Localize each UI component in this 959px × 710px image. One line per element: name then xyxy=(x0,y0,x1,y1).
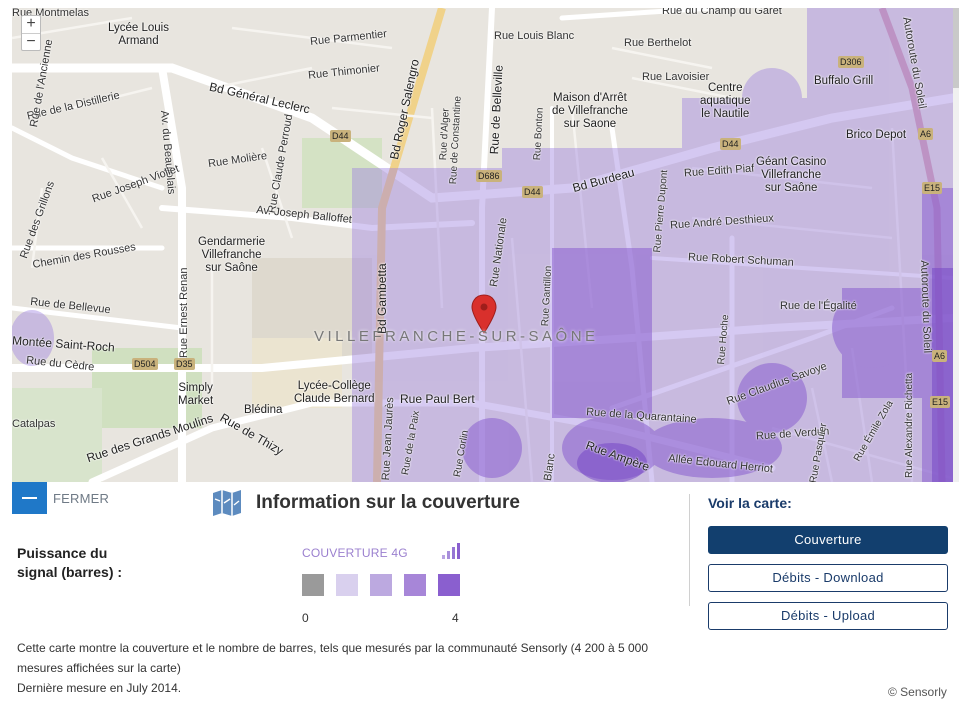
panel-title: Information sur la couverture xyxy=(256,492,520,513)
map-description: Cette carte montre la couverture et le n… xyxy=(17,638,667,698)
poi-label: Lycée-Collège Claude Bernard xyxy=(294,380,375,406)
street-label: Catalpas xyxy=(12,418,56,430)
road-shield: D35 xyxy=(174,358,195,370)
signal-swatch-4 xyxy=(438,574,460,596)
scale-min-label: 0 xyxy=(302,611,309,625)
road-shield: D44 xyxy=(720,138,741,150)
road-shield: A6 xyxy=(932,350,948,362)
street-label: Rue Alexandre Richetta xyxy=(904,372,915,478)
signal-swatch-0 xyxy=(302,574,324,596)
view-map-heading: Voir la carte: xyxy=(708,495,792,511)
close-label[interactable]: FERMER xyxy=(53,491,109,506)
map-base-layer xyxy=(12,8,953,482)
panel-divider xyxy=(689,494,690,606)
poi-label: Gendarmerie Villefranche sur Saône xyxy=(198,236,266,275)
signal-swatch-1 xyxy=(336,574,358,596)
road-shield: D44 xyxy=(522,186,543,198)
upload-speed-button[interactable]: Débits - Upload xyxy=(708,602,948,630)
city-label: VILLEFRANCHE-SUR-SAÔNE xyxy=(314,328,599,345)
coverage-info-panel: FERMER Information sur la couverture Pui… xyxy=(0,482,959,710)
coverage-button[interactable]: Couverture xyxy=(708,526,948,554)
street-label: Rue du Champ du Garet xyxy=(662,8,782,17)
page-scrollbar[interactable] xyxy=(953,8,959,482)
road-shield: E15 xyxy=(930,396,951,408)
last-measure-text: Dernière mesure en July 2014. xyxy=(17,681,182,695)
poi-label: Géant Casino Villefranche sur Saône xyxy=(756,156,827,195)
coverage-type-label: COUVERTURE 4G xyxy=(302,546,408,560)
zoom-out-button[interactable]: − xyxy=(22,33,40,50)
zoom-in-button[interactable]: + xyxy=(22,16,40,33)
scrollbar-thumb[interactable] xyxy=(953,8,959,88)
signal-strength-label: Puissance du signal (barres) : xyxy=(17,545,123,580)
map-fold-icon xyxy=(213,490,241,516)
road-shield: D306 xyxy=(838,56,864,68)
street-label: Rue Paul Bert xyxy=(400,392,475,406)
signal-scale xyxy=(302,574,460,596)
road-shield: D44 xyxy=(330,130,351,142)
poi-label: Blédina xyxy=(244,404,283,416)
zoom-control: + − xyxy=(21,15,41,51)
coverage-map[interactable]: Rue Montmelas Rue du Champ du Garet Rue … xyxy=(12,8,953,482)
copyright-notice: © Sensorly xyxy=(888,685,947,699)
scale-max-label: 4 xyxy=(452,611,459,625)
street-label: Bd Gambetta xyxy=(375,263,389,334)
poi-label: Centre aquatique le Nautile xyxy=(700,82,751,121)
signal-bars-icon xyxy=(442,543,460,559)
road-shield: E15 xyxy=(922,182,943,194)
description-text: Cette carte montre la couverture et le n… xyxy=(17,641,648,675)
street-label: Rue Berthelot xyxy=(624,37,692,49)
road-shield: D504 xyxy=(132,358,158,370)
poi-label: Maison d'Arrêt de Villefranche sur Saone xyxy=(552,92,628,131)
street-label: Rue de l'Égalité xyxy=(780,300,857,312)
street-label: Rue Louis Blanc xyxy=(494,30,575,42)
poi-label: Lycée Louis Armand xyxy=(108,22,169,48)
signal-swatch-2 xyxy=(370,574,392,596)
road-shield: D686 xyxy=(476,170,502,182)
close-panel-button[interactable] xyxy=(12,482,47,514)
signal-swatch-3 xyxy=(404,574,426,596)
street-label: Rue Ernest Renan xyxy=(178,267,190,359)
poi-label: Buffalo Grill xyxy=(814,75,874,87)
poi-label: Brico Depot xyxy=(846,129,907,141)
download-speed-button[interactable]: Débits - Download xyxy=(708,564,948,592)
poi-label: Simply Market xyxy=(178,382,214,408)
road-shield: A6 xyxy=(918,128,934,140)
